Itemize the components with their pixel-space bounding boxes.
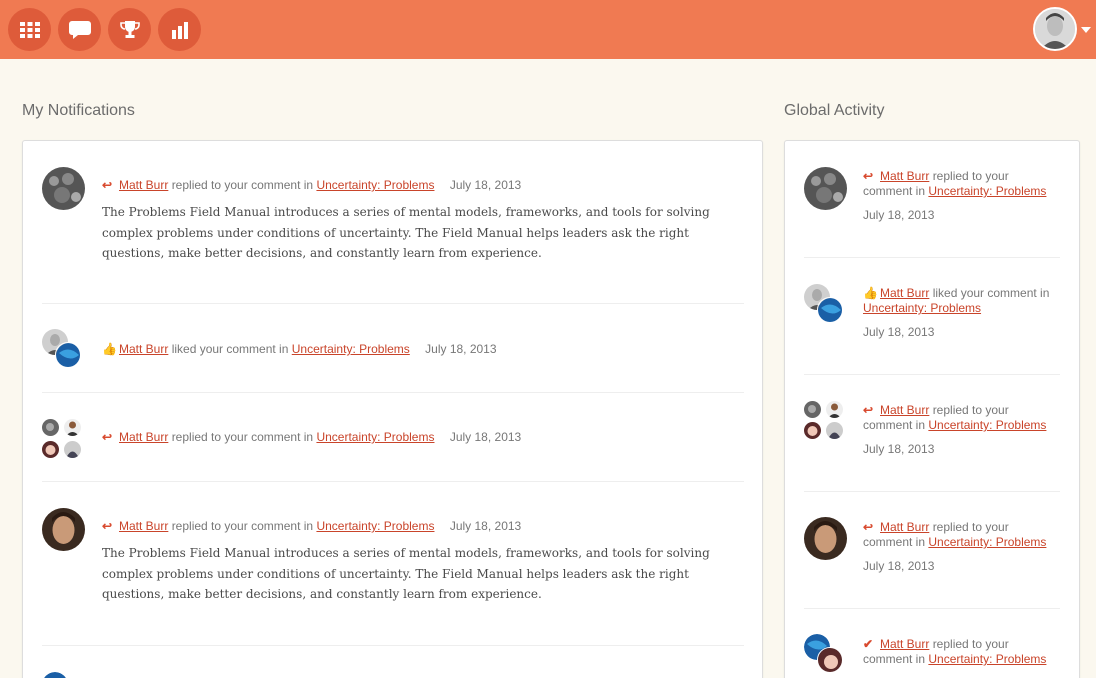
grid-icon bbox=[19, 21, 40, 38]
avatar[interactable] bbox=[64, 441, 81, 458]
timestamp: July 18, 2013 bbox=[863, 442, 935, 456]
comment-body: The Problems Field Manual introduces a s… bbox=[102, 205, 710, 260]
avatar[interactable] bbox=[804, 167, 847, 210]
avatar[interactable] bbox=[42, 441, 59, 458]
avatar[interactable] bbox=[804, 517, 847, 560]
reply-icon: ↩ bbox=[863, 520, 874, 534]
reply-icon: ↩ bbox=[102, 430, 113, 444]
reply-icon: ↩ bbox=[102, 519, 113, 533]
avatar[interactable] bbox=[804, 401, 821, 418]
discussion-link[interactable]: Uncertainty: Problems bbox=[863, 301, 981, 315]
thumbs-up-icon: 👍 bbox=[863, 286, 878, 300]
discussion-link[interactable]: Uncertainty: Problems bbox=[316, 178, 434, 192]
nav-stats-button[interactable] bbox=[158, 8, 201, 51]
chat-bubble-icon bbox=[68, 20, 91, 39]
global-activity-panel: ↩ Matt Burr replied to your comment in Un… bbox=[784, 140, 1080, 678]
user-link[interactable]: Matt Burr bbox=[880, 169, 929, 183]
avatar[interactable] bbox=[42, 508, 85, 551]
avatar[interactable] bbox=[64, 419, 81, 436]
activity-meta: ↩ Matt Burr replied to your comment in Un… bbox=[863, 520, 1047, 549]
timestamp: July 18, 2013 bbox=[449, 178, 522, 192]
nav-grid-button[interactable] bbox=[8, 8, 51, 51]
notification-meta: ↩ Matt Burr replied to your comment in Un… bbox=[102, 519, 522, 533]
reply-icon: ↩ bbox=[863, 169, 874, 183]
avatar[interactable] bbox=[42, 672, 68, 678]
user-avatar-button[interactable] bbox=[1033, 7, 1077, 51]
avatar[interactable] bbox=[42, 167, 85, 210]
avatar[interactable] bbox=[826, 422, 843, 439]
discussion-link[interactable]: Uncertainty: Problems bbox=[928, 184, 1046, 198]
activity-meta: 👍 Matt Burr liked your comment in Uncerta… bbox=[863, 286, 1050, 315]
avatar[interactable] bbox=[804, 422, 821, 439]
avatar bbox=[1035, 9, 1075, 49]
timestamp: July 18, 2013 bbox=[425, 342, 497, 356]
user-link[interactable]: Matt Burr bbox=[119, 519, 168, 533]
reply-icon: ↩ bbox=[863, 403, 874, 417]
avatar[interactable] bbox=[42, 419, 59, 436]
notification-meta: ↩ Matt Burr replied to your comment in Un… bbox=[102, 430, 522, 444]
activity-meta: ↩ Matt Burr replied to your comment in Un… bbox=[863, 169, 1047, 198]
global-activity-title: Global Activity bbox=[784, 102, 885, 119]
trophy-icon bbox=[119, 20, 140, 38]
divider bbox=[42, 392, 744, 393]
user-link[interactable]: Matt Burr bbox=[119, 342, 168, 356]
timestamp: July 18, 2013 bbox=[863, 559, 935, 573]
divider bbox=[804, 608, 1060, 609]
discussion-link[interactable]: Uncertainty: Problems bbox=[928, 652, 1046, 666]
divider bbox=[804, 491, 1060, 492]
timestamp: July 18, 2013 bbox=[449, 430, 522, 444]
discussion-link[interactable]: Uncertainty: Problems bbox=[316, 430, 434, 444]
divider bbox=[42, 303, 744, 304]
chevron-down-icon[interactable] bbox=[1081, 27, 1091, 33]
divider bbox=[42, 645, 744, 646]
nav-chat-button[interactable] bbox=[58, 8, 101, 51]
top-bar bbox=[0, 0, 1096, 59]
user-link[interactable]: Matt Burr bbox=[880, 403, 929, 417]
activity-meta: ↩ Matt Burr replied to your comment in Un… bbox=[863, 403, 1047, 432]
user-link[interactable]: Matt Burr bbox=[880, 520, 929, 534]
bar-chart-icon bbox=[171, 21, 188, 39]
notification-meta: ↩ Matt Burr replied to your comment in Un… bbox=[102, 178, 522, 192]
checkmark-icon: ✔ bbox=[863, 637, 874, 651]
avatar[interactable] bbox=[826, 401, 843, 418]
discussion-link[interactable]: Uncertainty: Problems bbox=[928, 418, 1046, 432]
nav-trophy-button[interactable] bbox=[108, 8, 151, 51]
reply-icon: ↩ bbox=[102, 178, 113, 192]
comment-body: The Problems Field Manual introduces a s… bbox=[102, 546, 710, 601]
discussion-link[interactable]: Uncertainty: Problems bbox=[316, 519, 434, 533]
timestamp: July 18, 2013 bbox=[863, 325, 935, 339]
avatar[interactable] bbox=[817, 647, 843, 673]
timestamp: July 18, 2013 bbox=[449, 519, 522, 533]
discussion-link[interactable]: Uncertainty: Problems bbox=[928, 535, 1046, 549]
divider bbox=[42, 481, 744, 482]
user-link[interactable]: Matt Burr bbox=[880, 637, 929, 651]
avatar[interactable] bbox=[55, 342, 81, 368]
user-link[interactable]: Matt Burr bbox=[880, 286, 929, 300]
activity-meta: ✔ Matt Burr replied to your comment in Un… bbox=[863, 637, 1047, 666]
notifications-panel: ↩ Matt Burr replied to your comment in Un… bbox=[22, 140, 763, 678]
thumbs-up-icon: 👍 bbox=[102, 342, 117, 356]
avatar[interactable] bbox=[817, 297, 843, 323]
user-link[interactable]: Matt Burr bbox=[119, 430, 168, 444]
notification-meta: 👍 Matt Burr liked your comment in Uncerta… bbox=[102, 342, 497, 356]
user-link[interactable]: Matt Burr bbox=[119, 178, 168, 192]
my-notifications-title: My Notifications bbox=[22, 102, 135, 119]
discussion-link[interactable]: Uncertainty: Problems bbox=[292, 342, 410, 356]
timestamp: July 18, 2013 bbox=[863, 208, 935, 222]
divider bbox=[804, 257, 1060, 258]
divider bbox=[804, 374, 1060, 375]
